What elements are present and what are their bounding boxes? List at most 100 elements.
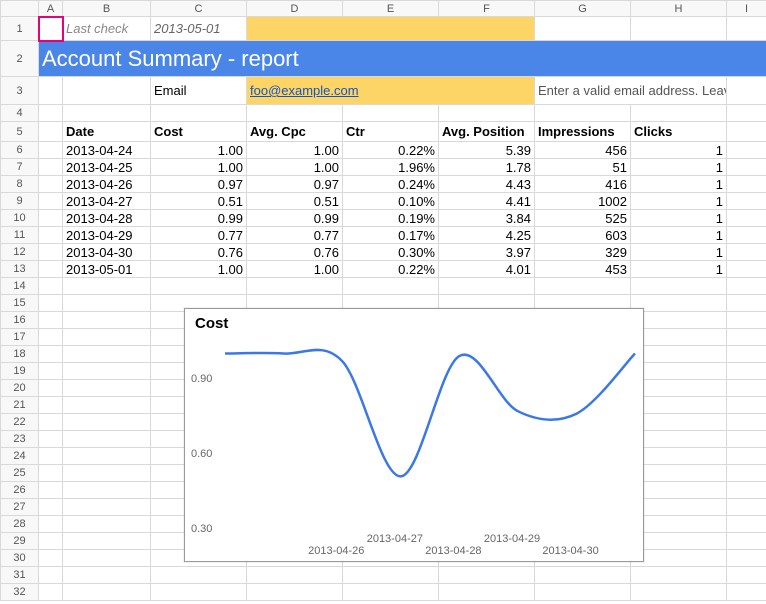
col-header-e[interactable]: E [343,1,439,17]
data-cell[interactable]: 0.51 [247,193,343,210]
row-header-25[interactable]: 25 [1,465,39,482]
hdr-pos[interactable]: Avg. Position [439,122,535,142]
embedded-chart[interactable]: Cost 0.300.600.90 2013-04-262013-04-2720… [184,308,644,562]
row-header-26[interactable]: 26 [1,482,39,499]
row-header-17[interactable]: 17 [1,329,39,346]
select-all-corner[interactable] [1,1,39,17]
data-cell[interactable]: 2013-04-29 [63,227,151,244]
cell-c1-last-check-date[interactable]: 2013-05-01 [151,17,247,41]
row-header-20[interactable]: 20 [1,380,39,397]
data-cell[interactable]: 0.19% [343,210,439,227]
hdr-clk[interactable]: Clicks [631,122,727,142]
row-header-6[interactable]: 6 [1,142,39,159]
row-header-32[interactable]: 32 [1,584,39,601]
data-cell[interactable]: 1.00 [247,142,343,159]
hdr-imp[interactable]: Impressions [535,122,631,142]
row-2[interactable]: 2 Account Summary - report [1,41,766,77]
data-cell[interactable]: 1002 [535,193,631,210]
row-header-11[interactable]: 11 [1,227,39,244]
data-cell[interactable]: 0.99 [247,210,343,227]
table-row[interactable]: 82013-04-260.970.970.24%4.434161 [1,176,766,193]
col-header-h[interactable]: H [631,1,727,17]
data-cell[interactable]: 416 [535,176,631,193]
cell-a3[interactable] [39,77,63,105]
col-header-d[interactable]: D [247,1,343,17]
data-cell[interactable]: 1.00 [151,142,247,159]
row-header-27[interactable]: 27 [1,499,39,516]
row-header-23[interactable]: 23 [1,431,39,448]
cell-i3[interactable] [727,77,766,105]
row-header-28[interactable]: 28 [1,516,39,533]
data-cell[interactable]: 1 [631,244,727,261]
data-cell[interactable]: 1 [631,176,727,193]
row-header-9[interactable]: 9 [1,193,39,210]
row-header-13[interactable]: 13 [1,261,39,278]
row-3[interactable]: 3 Email foo@example.com Enter a valid em… [1,77,766,105]
data-cell[interactable]: 2013-04-27 [63,193,151,210]
cell-i1[interactable] [727,17,766,41]
data-cell[interactable]: 0.24% [343,176,439,193]
row-31[interactable]: 31 [1,567,766,584]
hdr-date[interactable]: Date [63,122,151,142]
data-cell[interactable]: 1.00 [247,261,343,278]
cell-b3[interactable] [63,77,151,105]
data-cell[interactable]: 2013-05-01 [63,261,151,278]
data-cell[interactable]: 0.77 [247,227,343,244]
row-header-19[interactable]: 19 [1,363,39,380]
cell-b1-last-check-label[interactable]: Last check [63,17,151,41]
cell-a1[interactable] [39,17,63,41]
data-cell[interactable]: 3.97 [439,244,535,261]
data-cell[interactable]: 4.41 [439,193,535,210]
col-header-g[interactable]: G [535,1,631,17]
data-cell[interactable]: 0.51 [151,193,247,210]
data-cell[interactable]: 4.25 [439,227,535,244]
data-cell[interactable]: 2013-04-24 [63,142,151,159]
data-cell[interactable]: 1 [631,227,727,244]
col-header-f[interactable]: F [439,1,535,17]
row-header-15[interactable]: 15 [1,295,39,312]
data-cell[interactable]: 2013-04-28 [63,210,151,227]
row-14[interactable]: 14 [1,278,766,295]
data-cell[interactable]: 603 [535,227,631,244]
cell-email-hint[interactable]: Enter a valid email address. Leave blank… [535,77,727,105]
row-header-24[interactable]: 24 [1,448,39,465]
data-cell[interactable]: 5.39 [439,142,535,159]
data-cell[interactable]: 1.00 [247,159,343,176]
data-cell[interactable]: 0.22% [343,142,439,159]
data-cell[interactable]: 1 [631,193,727,210]
data-cell[interactable]: 2013-04-30 [63,244,151,261]
data-cell[interactable]: 0.76 [151,244,247,261]
row-header-29[interactable]: 29 [1,533,39,550]
data-cell[interactable]: 525 [535,210,631,227]
data-cell[interactable]: 0.30% [343,244,439,261]
cell-c3-email-label[interactable]: Email [151,77,247,105]
col-header-a[interactable]: A [39,1,63,17]
row-header-8[interactable]: 8 [1,176,39,193]
row-header-18[interactable]: 18 [1,346,39,363]
data-cell[interactable]: 456 [535,142,631,159]
row-4[interactable]: 4 [1,105,766,122]
table-row[interactable]: 62013-04-241.001.000.22%5.394561 [1,142,766,159]
data-cell[interactable]: 0.76 [247,244,343,261]
data-cell[interactable]: 1.96% [343,159,439,176]
cell-a5[interactable] [39,122,63,142]
cell-g1[interactable] [535,17,631,41]
email-link[interactable]: foo@example.com [250,83,359,98]
data-cell[interactable]: 1 [631,210,727,227]
row-header-21[interactable]: 21 [1,397,39,414]
data-cell[interactable]: 1 [631,261,727,278]
column-header-row[interactable]: A B C D E F G H I [1,1,766,17]
row-header-4[interactable]: 4 [1,105,39,122]
data-cell[interactable]: 1.78 [439,159,535,176]
data-cell[interactable]: 3.84 [439,210,535,227]
data-cell[interactable]: 0.77 [151,227,247,244]
row-header-31[interactable]: 31 [1,567,39,584]
row-header-7[interactable]: 7 [1,159,39,176]
cell-email-value[interactable]: foo@example.com [247,77,535,105]
cell-a4[interactable] [39,105,63,122]
data-cell[interactable]: 4.01 [439,261,535,278]
data-cell[interactable]: 0.97 [247,176,343,193]
data-cell[interactable]: 1.00 [151,159,247,176]
cell-title[interactable]: Account Summary - report [39,41,766,77]
data-cell[interactable]: 2013-04-25 [63,159,151,176]
